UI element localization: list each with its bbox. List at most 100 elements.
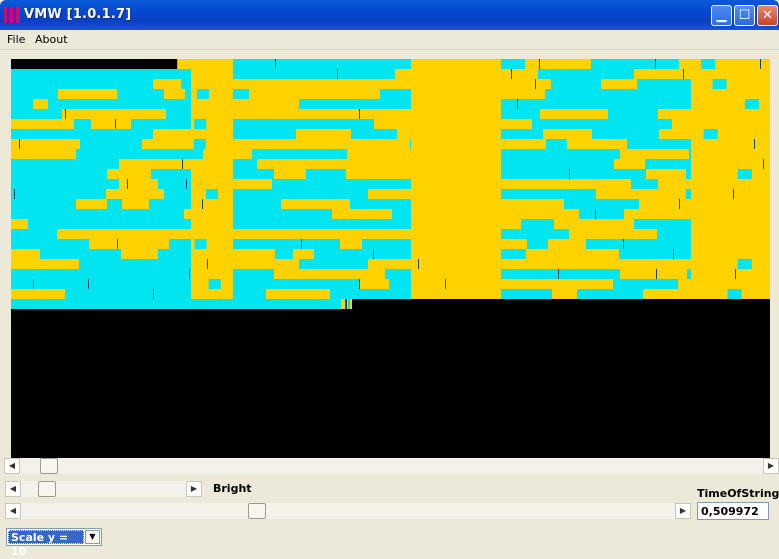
divider-line (115, 119, 116, 129)
cyan-bar (631, 179, 658, 189)
cyan-bar (501, 189, 529, 199)
arrow-right-icon[interactable]: ▶ (763, 458, 779, 474)
cyan-bar (267, 69, 332, 79)
cyan-bar (233, 119, 259, 129)
cyan-bar (551, 79, 567, 89)
cyan-bar (689, 149, 691, 159)
cyan-bar (11, 109, 62, 119)
cyan-bar (285, 239, 340, 249)
visualization-canvas[interactable] (11, 59, 770, 458)
divider-line (373, 249, 374, 259)
cyan-bar (40, 249, 55, 259)
cyan-bar (613, 279, 678, 289)
close-button[interactable]: ✕ (757, 5, 778, 26)
window-title: VMW [1.0.1.7] (24, 7, 132, 22)
cyan-bar (11, 89, 58, 99)
divider-line (623, 239, 624, 249)
divider-line (186, 179, 187, 189)
cyan-bar (259, 119, 291, 129)
menu-about[interactable]: About (35, 33, 68, 46)
cyan-bar (295, 279, 344, 289)
cyan-bar (314, 219, 347, 229)
cyan-bar (589, 149, 620, 159)
cyan-bar (347, 219, 399, 229)
bright-scroll-thumb[interactable] (38, 481, 56, 497)
cyan-bar (364, 249, 411, 259)
cyan-bar (11, 229, 39, 239)
divider-line (673, 249, 674, 259)
arrow-left-icon[interactable]: ◀ (4, 458, 20, 474)
bright-scrollbar[interactable]: ◀ ▶ (5, 481, 202, 497)
cyan-bar (233, 209, 300, 219)
divider-line (275, 59, 276, 69)
cyan-bar (389, 289, 411, 299)
cyan-bar (701, 59, 716, 69)
cyan-bar (107, 69, 140, 79)
cyan-bar (617, 199, 639, 209)
cyan-bar (304, 179, 346, 189)
chevron-down-icon[interactable]: ▼ (85, 530, 100, 544)
cyan-bar (501, 149, 549, 159)
cyan-bar (284, 219, 314, 229)
cyan-bar (501, 99, 519, 109)
divider-line (19, 139, 20, 149)
time-scroll-thumb[interactable] (248, 503, 266, 519)
cyan-bar (391, 179, 411, 189)
cyan-bar (196, 89, 209, 99)
cyan-bar (299, 99, 349, 109)
time-scrollbar[interactable]: ◀ ▶ (5, 503, 691, 519)
cyan-bar (737, 259, 752, 269)
scale-dropdown[interactable]: Scale y = 10 ▼ (6, 528, 102, 558)
cyan-bar (577, 289, 643, 299)
cyan-bar (233, 69, 267, 79)
cyan-bar (254, 169, 274, 179)
maximize-button[interactable]: ☐ (734, 5, 755, 26)
cyan-bar (11, 239, 31, 249)
cyan-bar (170, 169, 189, 179)
arrow-left-icon[interactable]: ◀ (5, 481, 21, 497)
cyan-bar (637, 79, 691, 89)
cyan-bar (110, 139, 142, 149)
cyan-bar (53, 79, 114, 89)
arrow-right-icon[interactable]: ▶ (186, 481, 202, 497)
canvas-hscrollbar[interactable]: ◀ ▶ (4, 458, 779, 474)
divider-line (679, 199, 680, 209)
time-of-string-field[interactable] (697, 502, 769, 520)
menu-file[interactable]: File (7, 33, 25, 46)
cyan-bar (389, 279, 411, 289)
canvas-scroll-thumb[interactable] (40, 458, 58, 474)
cyan-bar (314, 249, 364, 259)
cyan-bar (117, 89, 164, 99)
cyan-bar (158, 249, 191, 259)
cyan-bar (65, 289, 99, 299)
cyan-bar (615, 69, 634, 79)
cyan-bar (648, 89, 678, 99)
arrow-left-icon[interactable]: ◀ (5, 503, 21, 519)
cyan-bar (176, 179, 191, 189)
cyan-bar (107, 199, 122, 209)
arrow-right-icon[interactable]: ▶ (675, 503, 691, 519)
cyan-bar (233, 219, 261, 229)
cyan-bar (350, 199, 411, 209)
cyan-bar (330, 289, 345, 299)
cyan-bar (233, 289, 266, 299)
cyan-bar (285, 149, 313, 159)
minimize-button[interactable]: ▁ (711, 5, 732, 26)
cyan-bar (672, 249, 691, 259)
cyan-bar (233, 189, 282, 199)
scale-selected-value: Scale y = 10 (8, 530, 84, 558)
cyan-bar (194, 119, 207, 129)
cyan-bar (74, 119, 91, 129)
cyan-bar (612, 59, 679, 69)
cyan-bar (671, 139, 691, 149)
cyan-bar (149, 199, 191, 209)
divider-line (301, 239, 302, 249)
cyan-bar (275, 249, 293, 259)
cyan-bar (11, 79, 53, 89)
maximize-icon: ☐ (738, 8, 751, 23)
title-bar[interactable]: VMW [1.0.1.7] ▁ ☐ ✕ (0, 0, 779, 30)
divider-line (359, 109, 360, 119)
cyan-bar (76, 269, 136, 279)
cyan-bar (185, 89, 191, 99)
cyan-bar (260, 279, 295, 289)
